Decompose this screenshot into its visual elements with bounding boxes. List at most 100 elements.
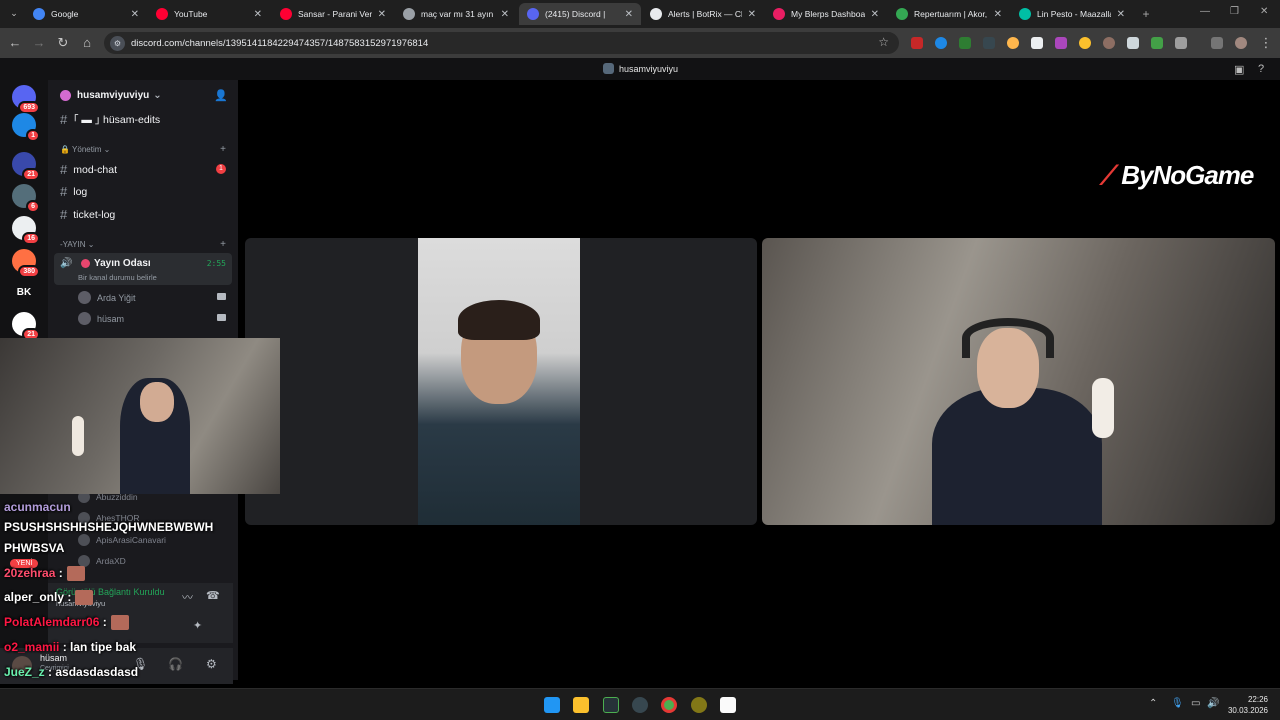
tab-favicon-icon <box>650 8 662 20</box>
add-member-icon[interactable]: 👤 <box>214 89 228 102</box>
tab-close-icon[interactable]: ✕ <box>871 9 879 20</box>
help-icon[interactable]: ? <box>1258 63 1264 75</box>
server-icon[interactable]: 380 <box>12 249 40 278</box>
voice-user[interactable]: hüsam <box>78 312 124 325</box>
server-icon[interactable]: 6 <box>12 184 40 213</box>
inbox-icon[interactable]: ▣ <box>1234 63 1244 76</box>
server-icon[interactable]: 21 <box>12 152 40 181</box>
browser-tab[interactable]: YouTube ✕ <box>148 3 270 25</box>
create-channel-icon[interactable]: + <box>220 144 226 155</box>
browser-tab[interactable]: Repertuarım | Akor, T ✕ <box>888 3 1010 25</box>
browser-tab[interactable]: Google ✕ <box>25 3 147 25</box>
home-icon[interactable]: ⌂ <box>79 35 95 51</box>
server-icon[interactable]: BK <box>12 280 36 304</box>
tab-close-icon[interactable]: ✕ <box>625 9 633 20</box>
terminal-icon[interactable] <box>603 697 619 713</box>
tab-favicon-icon <box>1019 8 1031 20</box>
tab-close-icon[interactable]: ✕ <box>1117 9 1125 20</box>
server-icon[interactable]: 1 <box>12 113 40 142</box>
adblock-extension-icon[interactable] <box>911 37 923 49</box>
forward-icon[interactable]: → <box>31 35 47 51</box>
video-tile-participant[interactable] <box>245 238 757 525</box>
chat-username: acunmacun <box>4 500 71 514</box>
voice-status-text[interactable]: Bir kanal durumu belirle <box>78 273 157 282</box>
browser-tab[interactable]: (2415) Discord | ✕ <box>519 3 641 25</box>
server-icon[interactable]: 21 <box>12 312 40 341</box>
tray-chevron-icon[interactable]: ⌃ <box>1149 698 1157 709</box>
capcut-icon[interactable] <box>720 697 736 713</box>
soundboard-icon[interactable]: ✦ <box>193 619 202 632</box>
mic-tray-icon[interactable]: 🎙 <box>1171 698 1184 709</box>
tab-close-icon[interactable]: ✕ <box>501 9 509 20</box>
gear-icon[interactable]: ⚙ <box>206 657 217 671</box>
chrome-icon[interactable] <box>661 697 677 713</box>
browser-tab[interactable]: Lin Pesto - Maazallah ✕ <box>1011 3 1133 25</box>
headphones-icon[interactable]: 🎧 <box>168 657 183 671</box>
create-channel-icon[interactable]: + <box>220 239 226 250</box>
noise-suppression-icon[interactable]: 〰 <box>182 589 193 605</box>
browser-tab[interactable]: maç var mı 31 ayın - G ✕ <box>395 3 517 25</box>
extension-icon[interactable] <box>1007 37 1019 49</box>
url-text[interactable]: discord.com/channels/1395141184229474357… <box>131 38 428 49</box>
mention-badge: 21 <box>22 168 40 181</box>
close-window-icon[interactable]: ✕ <box>1260 6 1268 17</box>
obs-icon[interactable] <box>632 697 648 713</box>
tab-close-icon[interactable]: ✕ <box>994 9 1002 20</box>
extension-icon[interactable] <box>1055 37 1067 49</box>
channel-ticket-log[interactable]: # ticket-log <box>60 207 115 222</box>
browser-tab[interactable]: My Blerps Dashboard ✕ <box>765 3 887 25</box>
tab-close-icon[interactable]: ✕ <box>378 9 386 20</box>
new-tab-button[interactable]: + <box>1136 3 1156 25</box>
member-row[interactable]: ApisArasiCanavari <box>78 534 166 546</box>
tab-search-icon[interactable]: ⌄ <box>6 5 22 21</box>
channel-mod-chat[interactable]: # mod-chat <box>60 162 117 177</box>
tab-close-icon[interactable]: ✕ <box>131 9 139 20</box>
server-icon[interactable]: 16 <box>12 216 40 245</box>
profile-avatar[interactable] <box>1235 37 1247 49</box>
extension-icon[interactable] <box>1151 37 1163 49</box>
category-yonetim[interactable]: 🔒 Yönetim ⌄ <box>60 145 110 154</box>
extension-icon[interactable] <box>1031 37 1043 49</box>
extension-icon[interactable] <box>1103 37 1115 49</box>
browser-tab[interactable]: Alerts | BotRix — Clo ✕ <box>642 3 764 25</box>
category-yayin[interactable]: -YAYIN ⌄ <box>60 240 94 249</box>
volume-icon[interactable]: 🔊 <box>1207 698 1219 709</box>
member-row[interactable]: ArdaXD <box>78 555 126 567</box>
start-icon[interactable] <box>544 697 560 713</box>
restore-icon[interactable]: ❐ <box>1230 6 1239 17</box>
flame-icon: ⟋ <box>1100 160 1118 190</box>
file-explorer-icon[interactable] <box>573 697 589 713</box>
tab-close-icon[interactable]: ✕ <box>748 9 756 20</box>
reading-list-icon[interactable] <box>1211 37 1223 49</box>
browser-tab[interactable]: Sansar - Parani Verdi ✕ <box>272 3 394 25</box>
video-tile-streamer[interactable] <box>762 238 1275 525</box>
tab-close-icon[interactable]: ✕ <box>254 9 262 20</box>
server-icon[interactable]: 693 <box>12 85 40 114</box>
browser-menu-icon[interactable]: ⋮ <box>1258 35 1274 51</box>
channel-husam-edits[interactable]: # ｢ ▬ ｣ hüsam-edits <box>60 112 160 127</box>
guild-header[interactable]: husamviyuviyu ⌄ <box>60 90 162 101</box>
shield-extension-icon[interactable] <box>1127 37 1139 49</box>
chat-text: PHWBSVA <box>4 541 65 555</box>
voice-channel-yayin-odasi[interactable]: 🔊 Yayın Odası Bir kanal durumu belirle 2… <box>54 253 232 285</box>
app-icon[interactable] <box>691 697 707 713</box>
minimize-icon[interactable]: — <box>1200 6 1210 17</box>
disconnect-icon[interactable]: ☎ <box>206 589 220 602</box>
back-icon[interactable]: ← <box>7 35 23 51</box>
bookmark-star-icon[interactable]: ☆ <box>878 35 889 49</box>
voice-user[interactable]: Arda Yiğit <box>78 291 136 304</box>
camera-icon <box>217 293 226 300</box>
system-clock[interactable]: 22:26 30.03.2026 <box>1228 694 1268 716</box>
reload-icon[interactable]: ↻ <box>55 35 71 51</box>
address-bar[interactable]: ⚙ discord.com/channels/13951411842294743… <box>104 32 899 54</box>
extension-icon[interactable] <box>983 37 995 49</box>
extension-icon[interactable] <box>1079 37 1091 49</box>
chat-text: : <box>102 615 107 629</box>
extension-icon[interactable] <box>959 37 971 49</box>
extensions-puzzle-icon[interactable] <box>1175 37 1187 49</box>
network-icon[interactable]: ▭ <box>1191 698 1200 709</box>
hash-icon: # <box>60 162 68 177</box>
channel-log[interactable]: # log <box>60 184 87 199</box>
site-info-icon[interactable]: ⚙ <box>110 35 125 51</box>
extension-icon[interactable] <box>935 37 947 49</box>
